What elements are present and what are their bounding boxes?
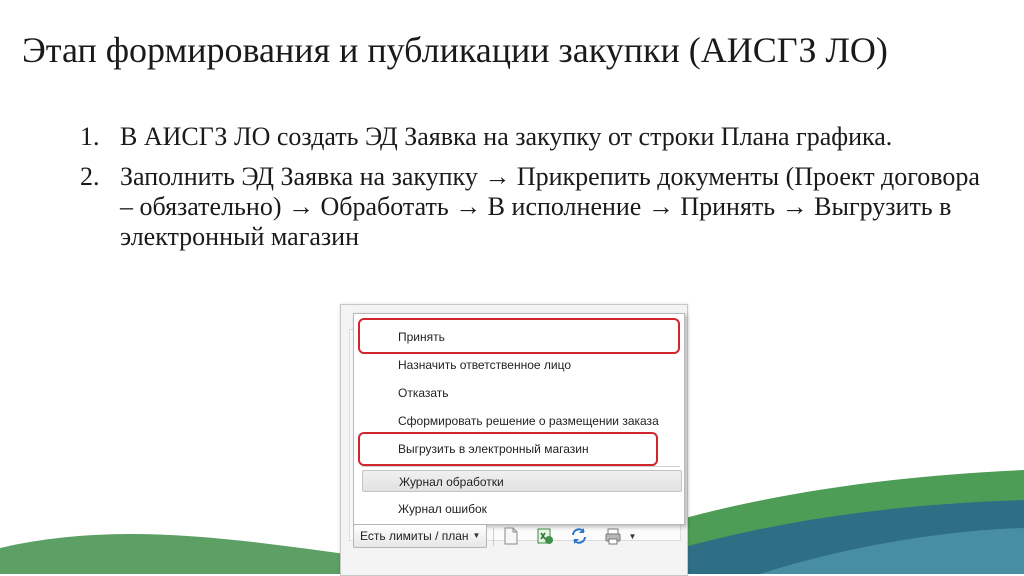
menu-item-assign-responsible[interactable]: Назначить ответственное лицо: [398, 354, 571, 376]
limits-label: Есть лимиты / план: [360, 529, 469, 543]
menu-item-accept[interactable]: Принять: [398, 326, 445, 348]
menu-item-error-log[interactable]: Журнал ошибок: [362, 498, 682, 520]
menu-item-export-to-shop[interactable]: Выгрузить в электронный магазин: [398, 438, 589, 460]
refresh-icon[interactable]: [568, 525, 590, 547]
chevron-down-icon: ▼: [472, 531, 481, 540]
step-item: 2. Заполнить ЭД Заявка на закупку → Прик…: [80, 162, 980, 252]
context-menu: Принять Назначить ответственное лицо Отк…: [353, 313, 685, 525]
excel-refresh-icon[interactable]: [534, 525, 556, 547]
print-dropdown-icon[interactable]: ▼: [628, 532, 636, 541]
menu-item-processing-log[interactable]: Журнал обработки: [362, 470, 682, 492]
menu-item-form-decision[interactable]: Сформировать решение о размещении заказа: [398, 410, 659, 432]
document-icon[interactable]: [500, 525, 522, 547]
menu-separator: [362, 466, 680, 467]
step-text: В АИСГЗ ЛО создать ЭД Заявка на закупку …: [120, 122, 893, 151]
step-text: Заполнить ЭД Заявка на закупку → Прикреп…: [120, 162, 980, 251]
toolbar: Есть лимиты / план ▼ ▼: [353, 523, 636, 549]
toolbar-separator: [493, 526, 495, 546]
step-number: 1.: [80, 122, 100, 151]
step-number: 2.: [80, 162, 100, 191]
limits-dropdown-button[interactable]: Есть лимиты / план ▼: [353, 524, 488, 548]
slide-title: Этап формирования и публикации закупки (…: [22, 30, 888, 70]
print-icon[interactable]: [602, 525, 624, 547]
embedded-screenshot: Принять Назначить ответственное лицо Отк…: [340, 304, 688, 576]
menu-item-reject[interactable]: Отказать: [398, 382, 449, 404]
steps-list: 1. В АИСГЗ ЛО создать ЭД Заявка на закуп…: [80, 122, 980, 262]
step-item: 1. В АИСГЗ ЛО создать ЭД Заявка на закуп…: [80, 122, 980, 152]
